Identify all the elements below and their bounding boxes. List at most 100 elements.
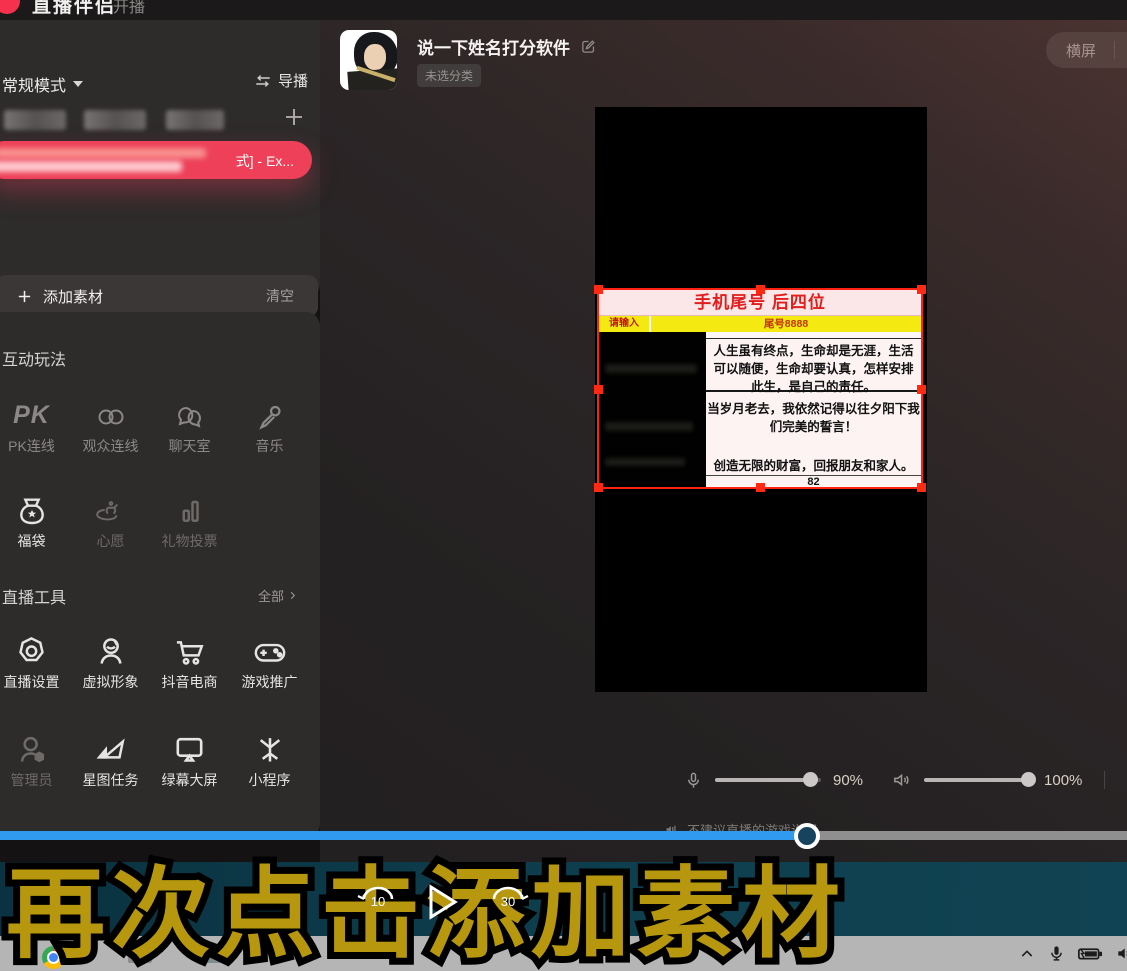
star-map-icon <box>71 726 150 766</box>
caret-down-icon <box>73 81 83 87</box>
bottom-controls: 90% 100% 5 <box>660 755 1127 805</box>
table-row-sliver <box>706 332 921 339</box>
orientation-toggle[interactable]: 横屏 <box>1046 32 1127 68</box>
resize-handle-ne[interactable] <box>917 285 926 294</box>
monitor-icon <box>150 726 229 766</box>
sidebar-features-panel: 互动玩法 PK PK连线 观众连线 聊天室 音乐 <box>0 312 320 838</box>
table-row-1: 人生虽有终点，生命却是无涯，生活可以随便，生命却要认真，怎样安排此生，是自己的责… <box>706 339 921 392</box>
selected-source-item[interactable]: 式] - Ex... <box>0 141 312 179</box>
add-material-label: 添加素材 <box>43 286 103 307</box>
feature-wish[interactable]: 心愿 <box>71 487 150 551</box>
video-progress-bar[interactable] <box>0 831 1127 840</box>
director-label[interactable]: 导播 <box>278 70 308 91</box>
selected-source-frame[interactable]: 手机尾号 后四位 请输入 尾号8888 人生虽有终点，生命却是无 <box>597 288 923 489</box>
source-item-text: 式] - Ex... <box>236 151 294 171</box>
admin-person-icon <box>0 726 71 766</box>
resize-handle-nw[interactable] <box>594 285 603 294</box>
speaker-volume-slider[interactable] <box>924 778 1032 782</box>
score-table: 手机尾号 后四位 请输入 尾号8888 人生虽有终点，生命却是无 <box>599 290 921 487</box>
tool-game-promo[interactable]: 游戏推广 <box>230 628 309 692</box>
shopping-cart-icon <box>150 628 229 668</box>
linked-rings-icon <box>71 392 150 432</box>
forward-30-button[interactable]: 30 <box>486 883 530 927</box>
table-row-3: 创造无限的财富，回报朋友和家人。 <box>706 447 921 475</box>
resize-handle-s[interactable] <box>756 483 765 492</box>
redacted-scene-tab[interactable] <box>4 110 66 130</box>
avatar <box>340 30 397 90</box>
mini-program-icon <box>230 726 309 766</box>
live-settings-icon <box>0 628 71 668</box>
orientation-label[interactable]: 横屏 <box>1066 40 1096 61</box>
table-score: 82 <box>706 475 921 488</box>
bar-chart-icon <box>150 487 229 527</box>
mic-volume-value: 90% <box>833 772 863 789</box>
redacted-source-name <box>0 161 182 172</box>
speaker-volume-value: 100% <box>1044 772 1082 789</box>
lucky-bag-icon <box>0 487 71 527</box>
microphone-icon[interactable] <box>684 770 703 791</box>
feature-music[interactable]: 音乐 <box>230 392 309 456</box>
resize-handle-sw[interactable] <box>594 483 603 492</box>
category-badge[interactable]: 未选分类 <box>417 64 481 87</box>
speaker-volume-thumb[interactable] <box>1021 772 1036 787</box>
app-logo-icon <box>0 0 20 14</box>
director-button[interactable]: 导播 <box>254 70 308 91</box>
tool-live-settings[interactable]: 直播设置 <box>0 628 71 692</box>
resize-handle-w[interactable] <box>594 385 603 394</box>
controls-divider <box>1104 771 1105 789</box>
resize-handle-se[interactable] <box>917 483 926 492</box>
mic-volume-slider[interactable] <box>715 778 821 782</box>
app-topbar: 直播伴侣 开播 <box>0 0 1127 20</box>
feature-pk-link[interactable]: PK PK连线 <box>0 392 71 456</box>
pk-icon: PK <box>0 392 71 432</box>
redacted-column <box>599 332 706 487</box>
add-material-button[interactable]: 添加素材 清空 <box>0 275 318 317</box>
mode-label[interactable]: 常规模式 <box>2 72 66 96</box>
feature-gift-vote[interactable]: 礼物投票 <box>150 487 229 551</box>
resize-handle-n[interactable] <box>756 285 765 294</box>
live-companion-window: 说一下姓名打分软件 未选分类 横屏 手机尾号 后四位 请输入 尾号8888 <box>0 0 1127 862</box>
tool-admin[interactable]: 管理员 <box>0 726 71 790</box>
tool-green-screen[interactable]: 绿幕大屏 <box>150 726 229 790</box>
resize-handle-e[interactable] <box>917 385 926 394</box>
feature-chatroom[interactable]: 聊天室 <box>150 392 229 456</box>
add-scene-icon[interactable] <box>282 105 306 129</box>
rewind-10-label: 10 <box>356 894 400 909</box>
table-input-row: 请输入 尾号8888 <box>599 316 921 332</box>
tool-virtual-avatar[interactable]: 虚拟形象 <box>71 628 150 692</box>
edit-title-icon[interactable] <box>580 38 597 55</box>
chat-bubbles-icon <box>150 392 229 432</box>
tools-all-link[interactable]: 全部 <box>258 586 298 605</box>
speaker-icon[interactable] <box>891 770 912 790</box>
tools-section-title: 直播工具 <box>2 584 66 608</box>
feature-audience-link[interactable]: 观众连线 <box>71 392 150 456</box>
switch-arrows-icon <box>254 74 272 88</box>
tool-mini-program[interactable]: 小程序 <box>230 726 309 790</box>
redacted-scene-tab[interactable] <box>84 110 146 130</box>
tool-douyin-shop[interactable]: 抖音电商 <box>150 628 229 692</box>
main-canvas: 说一下姓名打分软件 未选分类 横屏 手机尾号 后四位 请输入 尾号8888 <box>320 20 1127 862</box>
rewind-10-button[interactable]: 10 <box>356 883 400 927</box>
app-logo-text: 直播伴侣 <box>32 0 116 18</box>
tab-broadcast[interactable]: 开播 <box>113 0 145 17</box>
tool-star-map[interactable]: 星图任务 <box>71 726 150 790</box>
play-button[interactable] <box>424 882 460 922</box>
table-text-column: 人生虽有终点，生命却是无涯，生活可以随便，生命却要认真，怎样安排此生，是自己的责… <box>706 332 921 487</box>
mode-selector[interactable]: 常规模式 <box>2 72 83 96</box>
virtual-avatar-icon <box>71 628 150 668</box>
table-row-2: 当岁月老去，我依然记得以往夕阳下我们完美的誓言！ <box>706 394 921 447</box>
clear-button[interactable]: 清空 <box>266 286 294 306</box>
chevron-right-icon <box>287 590 298 601</box>
redacted-scene-tab[interactable] <box>166 110 224 130</box>
gamepad-icon <box>230 628 309 668</box>
live-title: 说一下姓名打分软件 <box>417 34 570 59</box>
redacted-source-name <box>0 148 206 158</box>
forward-30-label: 30 <box>486 894 530 909</box>
feature-lucky-bag[interactable]: 福袋 <box>0 487 71 551</box>
stream-preview[interactable]: 手机尾号 后四位 请输入 尾号8888 人生虽有终点，生命却是无 <box>595 107 927 692</box>
orientation-divider <box>1114 41 1115 59</box>
magic-lamp-icon <box>71 487 150 527</box>
mic-volume-thumb[interactable] <box>803 772 818 787</box>
screen: 说一下姓名打分软件 未选分类 横屏 手机尾号 后四位 请输入 尾号8888 <box>0 0 1127 971</box>
video-subtitle: 再次点击添加素材 <box>0 846 1127 971</box>
